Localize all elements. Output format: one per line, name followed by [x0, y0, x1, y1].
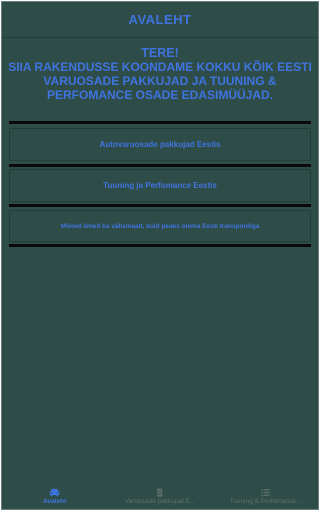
- divider: [9, 164, 311, 167]
- list-icon: [261, 488, 270, 496]
- divider: [9, 244, 311, 247]
- divider: [9, 121, 311, 124]
- card-auto-parts[interactable]: Autovaruosade pakkujad Eestis: [9, 128, 311, 161]
- divider: [9, 204, 311, 207]
- tab-home-label: Avaleht: [43, 497, 67, 505]
- document-icon: [157, 487, 163, 497]
- car-icon: [49, 488, 60, 496]
- bottom-navigation: Avaleht Varuosade pakkujad E... Tuuning …: [2, 483, 318, 509]
- app-screen: AVALEHT TERE! SIIA RAKENDUSSE KOONDAME K…: [1, 1, 319, 510]
- tab-home[interactable]: Avaleht: [2, 483, 107, 509]
- card-tuning[interactable]: Tuuning ja Perfomance Eestis: [9, 169, 311, 202]
- intro-greeting: TERE!: [141, 46, 179, 60]
- card-tuning-label: Tuuning ja Perfomance Eestis: [103, 181, 217, 190]
- app-header: AVALEHT: [2, 2, 318, 38]
- intro-text: TERE! SIIA RAKENDUSSE KOONDAME KOKKU KÕI…: [8, 46, 312, 102]
- page-title: AVALEHT: [128, 12, 192, 27]
- card-auto-parts-label: Autovaruosade pakkujad Eestis: [99, 140, 221, 149]
- card-foreign-sites-label: Mõned lehed ka välismaalt, kuid peaks ol…: [60, 222, 260, 230]
- tab-tuning-performance-label: Tuuning & Perfomance...: [229, 497, 302, 505]
- tab-tuning-performance[interactable]: Tuuning & Perfomance...: [213, 483, 318, 509]
- card-foreign-sites[interactable]: Mõned lehed ka välismaalt, kuid peaks ol…: [9, 210, 311, 242]
- intro-description: SIIA RAKENDUSSE KOONDAME KOKKU KÕIK EEST…: [8, 60, 312, 102]
- tab-parts-suppliers-label: Varuosade pakkujad E...: [124, 497, 196, 505]
- tab-parts-suppliers[interactable]: Varuosade pakkujad E...: [107, 483, 212, 509]
